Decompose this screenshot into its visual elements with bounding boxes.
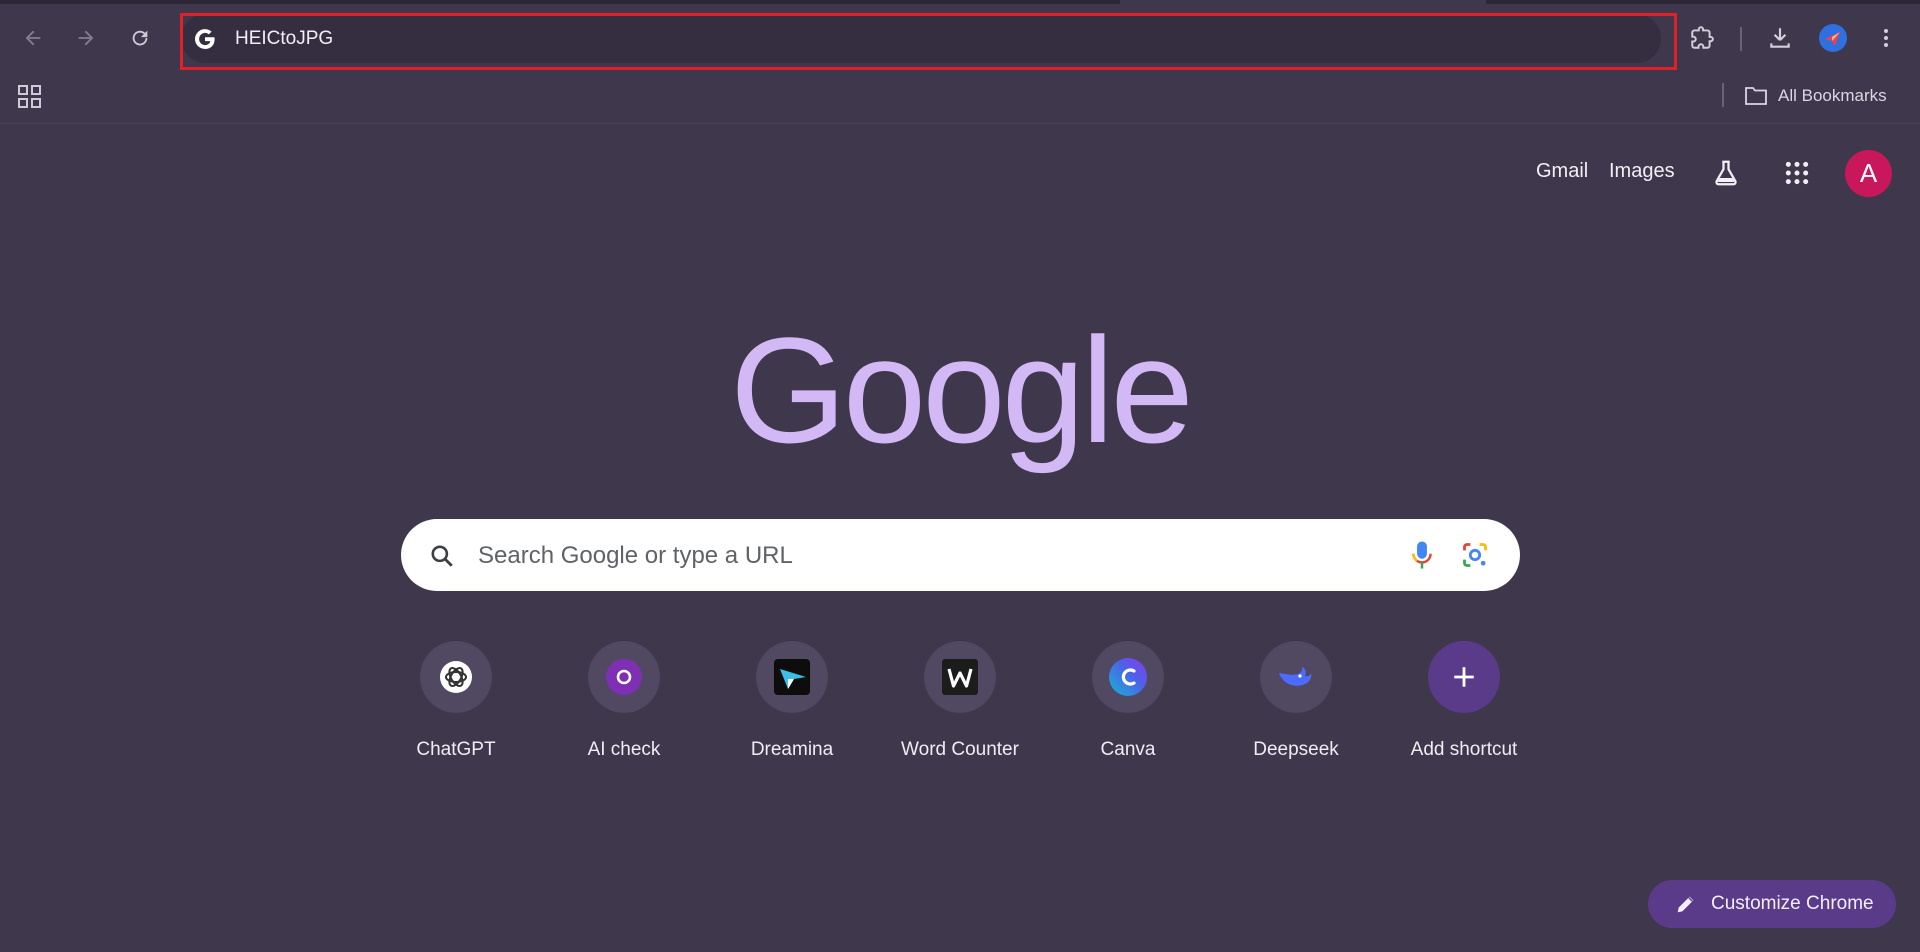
shortcut-chatgpt[interactable]: ChatGPT — [382, 641, 530, 771]
shortcut-tile — [588, 641, 660, 713]
extensions-button[interactable] — [1684, 20, 1720, 56]
arrow-left-icon — [22, 27, 44, 49]
shortcut-tile — [1260, 641, 1332, 713]
word-counter-icon — [942, 659, 978, 695]
all-bookmarks-label: All Bookmarks — [1778, 86, 1887, 106]
shortcut-label: Word Counter — [901, 739, 1019, 761]
google-apps-button[interactable] — [1779, 155, 1815, 191]
pencil-icon — [1675, 893, 1697, 915]
back-button[interactable] — [15, 20, 51, 56]
customize-chrome-label: Customize Chrome — [1711, 893, 1874, 915]
forward-button[interactable] — [68, 20, 104, 56]
images-link[interactable]: Images — [1609, 160, 1675, 183]
shortcut-label: Dreamina — [751, 739, 833, 761]
shortcut-label: ChatGPT — [416, 739, 495, 761]
shortcut-ai-check[interactable]: AI check — [550, 641, 698, 771]
chrome-menu-button[interactable] — [1868, 20, 1904, 56]
apps-grid-icon — [1784, 160, 1810, 186]
add-shortcut[interactable]: Add shortcut — [1390, 641, 1538, 771]
search-labs-button[interactable] — [1708, 155, 1744, 191]
shortcut-label: Deepseek — [1253, 739, 1339, 761]
plus-icon — [1451, 664, 1477, 690]
downloads-button[interactable] — [1762, 20, 1798, 56]
download-icon — [1767, 25, 1793, 51]
reload-icon — [129, 27, 151, 49]
customize-chrome-button[interactable]: Customize Chrome — [1648, 880, 1896, 928]
google-logo: Google — [0, 300, 1920, 480]
shortcut-canva[interactable]: Canva — [1054, 641, 1202, 771]
shortcut-word-counter[interactable]: Word Counter — [886, 641, 1034, 771]
google-g-icon — [193, 27, 217, 51]
search-placeholder[interactable]: Search Google or type a URL — [478, 541, 793, 571]
more-vert-icon — [1874, 26, 1898, 50]
account-avatar[interactable]: A — [1845, 150, 1892, 197]
shortcut-deepseek[interactable]: Deepseek — [1222, 641, 1370, 771]
shortcut-label: Canva — [1101, 739, 1156, 761]
arrow-right-icon — [75, 27, 97, 49]
dreamina-icon — [774, 659, 810, 695]
address-bar-text[interactable]: HEICtoJPG — [235, 27, 333, 51]
shortcut-dreamina[interactable]: Dreamina — [718, 641, 866, 771]
gmail-link[interactable]: Gmail — [1536, 160, 1588, 183]
chatgpt-icon — [439, 660, 473, 694]
tab-strip-edge — [0, 0, 1120, 4]
shortcut-label: Add shortcut — [1411, 739, 1518, 761]
tab-strip-edge — [1486, 0, 1920, 4]
shortcut-tile — [924, 641, 996, 713]
folder-icon — [1744, 85, 1768, 107]
shortcut-tile — [420, 641, 492, 713]
canva-icon — [1109, 658, 1147, 696]
puzzle-icon — [1689, 25, 1715, 51]
all-bookmarks-button[interactable]: All Bookmarks — [1744, 82, 1887, 110]
extension-button[interactable] — [1815, 20, 1851, 56]
google-lens-icon[interactable] — [1461, 541, 1489, 569]
toolbar-divider — [1740, 27, 1742, 51]
bookmarks-divider — [1722, 83, 1724, 107]
shortcut-label: AI check — [588, 739, 661, 761]
address-bar[interactable]: HEICtoJPG — [181, 14, 1661, 63]
deepseek-icon — [1276, 661, 1316, 693]
grid-icon — [16, 83, 44, 111]
ai-check-icon — [606, 659, 642, 695]
apps-shortcut-button[interactable] — [16, 83, 44, 111]
bookmarks-bar — [0, 78, 1920, 124]
browser-toolbar: HEICtoJPG — [0, 0, 1920, 78]
shortcut-tile — [756, 641, 828, 713]
search-icon — [429, 543, 455, 569]
shortcut-tile — [1428, 641, 1500, 713]
reload-button[interactable] — [122, 20, 158, 56]
microphone-icon[interactable] — [1407, 539, 1437, 571]
shortcut-tile — [1092, 641, 1164, 713]
flask-icon — [1711, 158, 1741, 188]
extension-logo-icon — [1818, 23, 1848, 53]
search-box[interactable]: Search Google or type a URL — [401, 519, 1520, 591]
